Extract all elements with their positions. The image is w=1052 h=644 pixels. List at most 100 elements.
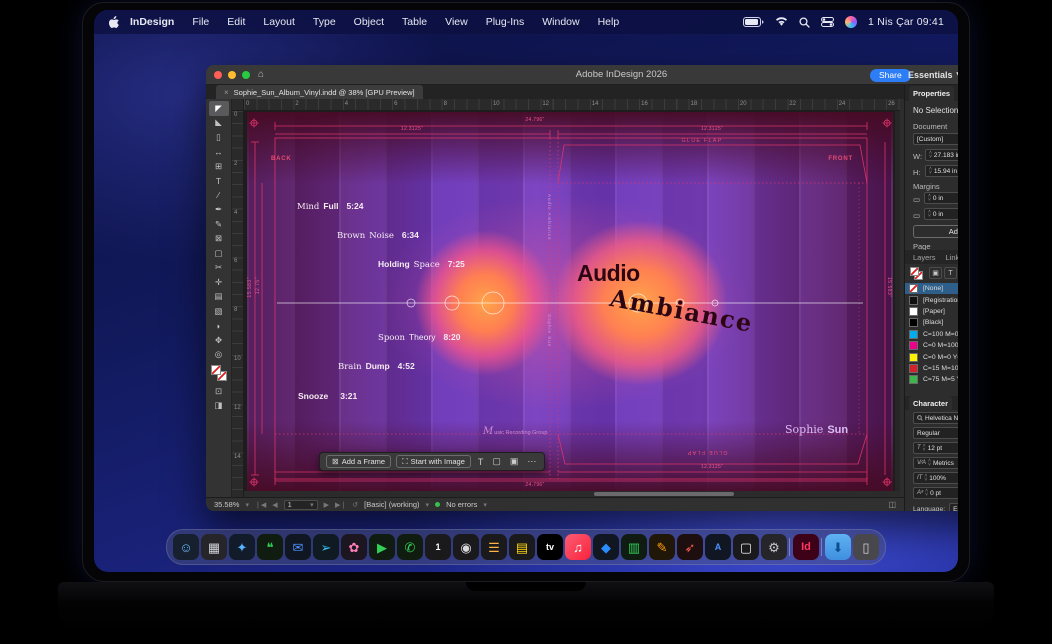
menu-edit[interactable]: Edit	[218, 16, 254, 28]
hand-tool[interactable]: ✥	[209, 333, 229, 348]
direct-selection-tool[interactable]: ◣	[209, 116, 229, 131]
dock-safari[interactable]: ✦	[229, 534, 255, 560]
menu-file[interactable]: File	[183, 16, 218, 28]
menu-plugins[interactable]: Plug-Ins	[477, 16, 534, 28]
menu-indesign[interactable]: InDesign	[121, 16, 183, 28]
dock-sep-2[interactable]	[821, 534, 823, 560]
rectangle-tool[interactable]: ▢	[209, 246, 229, 261]
swatch-paper[interactable]: [Paper]	[905, 306, 958, 317]
artboard[interactable]: 24.796" 12.3125" 12.3125" 12.3125" 12.31…	[247, 112, 893, 491]
minimize-window-button[interactable]	[228, 71, 236, 79]
gradient-tool[interactable]: ▤	[209, 290, 229, 305]
swatch-none[interactable]: [None] ⊘∅	[905, 283, 958, 294]
wifi-icon[interactable]	[775, 17, 788, 27]
apply-none-button[interactable]: ⊡	[209, 384, 229, 399]
spotlight-icon[interactable]	[799, 17, 810, 28]
dock-mail[interactable]: ✉	[285, 534, 311, 560]
tab-properties[interactable]: Properties	[909, 86, 954, 101]
track-brown-noise[interactable]: Brown Noise 6:34	[337, 230, 419, 241]
dock-sep-1[interactable]	[789, 534, 791, 560]
ruler-origin[interactable]	[232, 99, 244, 111]
margin-top-field[interactable]: ˄˅0 in	[924, 192, 958, 204]
vertical-scrollbar[interactable]	[895, 111, 900, 491]
content-collector-tool[interactable]: ⊞	[209, 159, 229, 174]
swatch-black[interactable]: [Black] ⊘▫❖	[905, 317, 958, 328]
document-preset-select[interactable]: [Custom]▾	[913, 133, 958, 145]
language-select[interactable]: English: USA▾	[949, 503, 958, 511]
pencil-tool[interactable]: ✎	[209, 217, 229, 232]
menu-layout[interactable]: Layout	[254, 16, 304, 28]
height-field[interactable]: ˄˅15.94 in	[925, 165, 958, 177]
selection-tool[interactable]: ◤	[209, 101, 229, 116]
apple-menu-icon[interactable]	[108, 16, 119, 29]
adjust-layout-button[interactable]: Adjust Layout	[913, 225, 958, 238]
dock-downloads[interactable]: ⬇	[825, 534, 851, 560]
scrollbar-thumb[interactable]	[594, 492, 734, 496]
dock-appstore[interactable]: A	[705, 534, 731, 560]
menu-type[interactable]: Type	[304, 16, 345, 28]
dock-facetime[interactable]: ▶	[369, 534, 395, 560]
font-size-field[interactable]: T˄˅12 pt▾	[913, 442, 958, 454]
add-frame-button[interactable]: ⊠Add a Frame	[326, 455, 391, 468]
first-page-button[interactable]: ❘◀	[255, 501, 266, 509]
home-icon[interactable]: ⌂	[258, 69, 264, 80]
gradient-feather-tool[interactable]: ▧	[209, 304, 229, 319]
formatting-affects-text-button[interactable]: T	[944, 267, 957, 279]
preflight-profile[interactable]: [Basic] (working)	[364, 500, 419, 509]
artist-name[interactable]: Sophie Sun	[785, 423, 848, 436]
track-holding-space[interactable]: Holding Space 7:25	[378, 259, 465, 270]
dock-pages[interactable]: ✎	[649, 534, 675, 560]
page-tool[interactable]: ▯	[209, 130, 229, 145]
menu-object[interactable]: Object	[345, 16, 393, 28]
dock-tv[interactable]: tv	[537, 534, 563, 560]
dock-rocket[interactable]: ➶	[677, 534, 703, 560]
dock-music[interactable]: ♫	[565, 534, 591, 560]
width-field[interactable]: ˄˅27.183 in	[925, 149, 958, 161]
type-tool[interactable]: T	[209, 174, 229, 189]
eyedropper-tool[interactable]: ◗	[209, 319, 229, 334]
document-canvas[interactable]: 24.796" 12.3125" 12.3125" 12.3125" 12.31…	[244, 111, 900, 491]
swatch-green[interactable]: C=75 M=5 Y=100 K=0 ▫❖	[905, 374, 958, 385]
preflight-icon[interactable]: ↺	[352, 501, 358, 509]
dock-phone[interactable]: ✆	[397, 534, 423, 560]
page-number-field[interactable]: 1▾	[284, 500, 318, 510]
tab-pages[interactable]: Pages	[956, 86, 958, 101]
gap-tool[interactable]: ↔	[209, 145, 229, 160]
menu-clock[interactable]: 1 Nis Çar 09:41	[868, 16, 944, 28]
window-titlebar[interactable]: ⌂ Adobe InDesign 2026 Share Essentials▾	[206, 65, 958, 85]
dock-numbers[interactable]: ▥	[621, 534, 647, 560]
swatches-fill-proxy[interactable]	[910, 267, 919, 276]
fill-stroke-proxy[interactable]	[211, 365, 227, 381]
document-settings-icon[interactable]: ▣	[508, 456, 521, 467]
dock-reminders[interactable]: ☰	[481, 534, 507, 560]
line-tool[interactable]: ∕	[209, 188, 229, 203]
dock-messages[interactable]: ❝	[257, 534, 283, 560]
record-label-logo[interactable]: M usic Recording Group	[483, 426, 547, 437]
dock-maps[interactable]: ➢	[313, 534, 339, 560]
errors-dropdown-icon[interactable]: ▾	[483, 501, 487, 509]
track-mind-full[interactable]: Mind Full 5:24	[297, 201, 363, 212]
track-brain-dump[interactable]: Brain Dump 4:52	[338, 361, 415, 372]
close-tab-icon[interactable]: ×	[224, 88, 229, 97]
swatch-yellow[interactable]: C=0 M=0 Y=100 K=0 ▫❖	[905, 351, 958, 362]
dock-settings[interactable]: ⚙	[761, 534, 787, 560]
document-icon[interactable]: ▢	[490, 456, 503, 467]
track-spoon-theory[interactable]: Spoon Theory 8:20	[378, 332, 460, 343]
fill-chip[interactable]	[211, 365, 221, 375]
tab-layers[interactable]: Layers	[909, 250, 940, 265]
margin-bottom-field[interactable]: ˄˅0 in	[924, 208, 958, 220]
dock-notes[interactable]: ▤	[509, 534, 535, 560]
control-center-icon[interactable]	[821, 17, 834, 27]
siri-icon[interactable]	[845, 16, 857, 28]
dock-keynote[interactable]: ◆	[593, 534, 619, 560]
dock-freeform[interactable]: ▢	[733, 534, 759, 560]
dock-indesign[interactable]: Id	[793, 534, 819, 560]
screen-mode-button[interactable]: ◨	[209, 399, 229, 414]
zoom-tool[interactable]: ◎	[209, 348, 229, 363]
prev-page-button[interactable]: ◀	[272, 501, 277, 509]
vertical-scale-field[interactable]: IT˄˅100%▾	[913, 472, 958, 484]
menu-view[interactable]: View	[436, 16, 477, 28]
zoom-dropdown-icon[interactable]: ▾	[245, 501, 249, 509]
split-view-icon[interactable]: ◫	[888, 500, 896, 509]
album-title-audio[interactable]: Audio	[577, 260, 640, 287]
